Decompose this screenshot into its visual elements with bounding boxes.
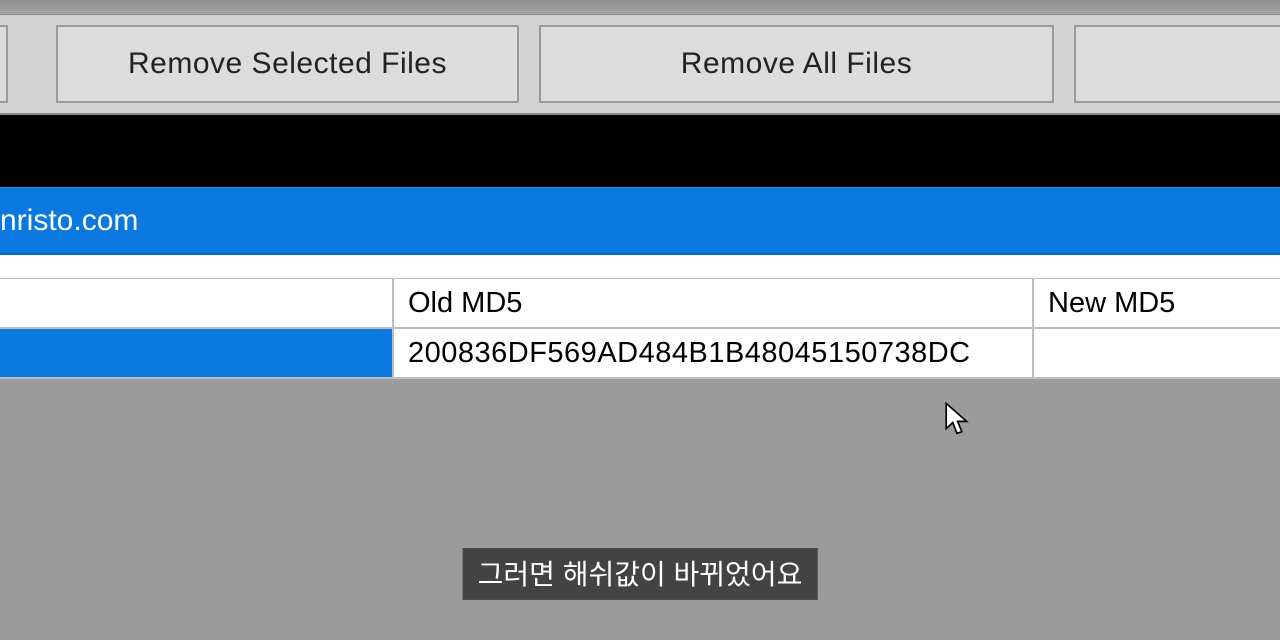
table-row[interactable]: 200836DF569AD484B1B48045150738DC (0, 329, 1280, 379)
table-top-gap (0, 255, 1280, 279)
table-header-row: Old MD5 New MD5 (0, 279, 1280, 329)
remove-selected-files-button[interactable]: Remove Selected Files (56, 25, 519, 103)
selected-file-name-fragment: nristo.com (0, 204, 138, 238)
md5-table: Old MD5 New MD5 200836DF569AD484B1B48045… (0, 279, 1280, 379)
column-header-new-md5[interactable]: New MD5 (1034, 279, 1280, 327)
remove-all-files-button[interactable]: Remove All Files (539, 25, 1054, 103)
cell-new-md5 (1034, 329, 1280, 377)
path-bar (0, 115, 1280, 187)
selected-file-bar[interactable]: nristo.com (0, 187, 1280, 255)
cell-filepath (0, 329, 394, 377)
video-subtitle: 그러면 해쉬값이 바뀌었어요 (463, 548, 818, 600)
window-chrome-strip (0, 0, 1280, 15)
cell-old-md5: 200836DF569AD484B1B48045150738DC (394, 329, 1034, 377)
toolbar-button-cut-right[interactable] (1074, 25, 1280, 103)
column-header-old-md5[interactable]: Old MD5 (394, 279, 1034, 327)
column-header-filepath[interactable] (0, 279, 394, 327)
toolbar: Remove Selected Files Remove All Files (0, 15, 1280, 115)
toolbar-button-cut-left[interactable] (0, 25, 8, 103)
table-empty-area (0, 379, 1280, 640)
